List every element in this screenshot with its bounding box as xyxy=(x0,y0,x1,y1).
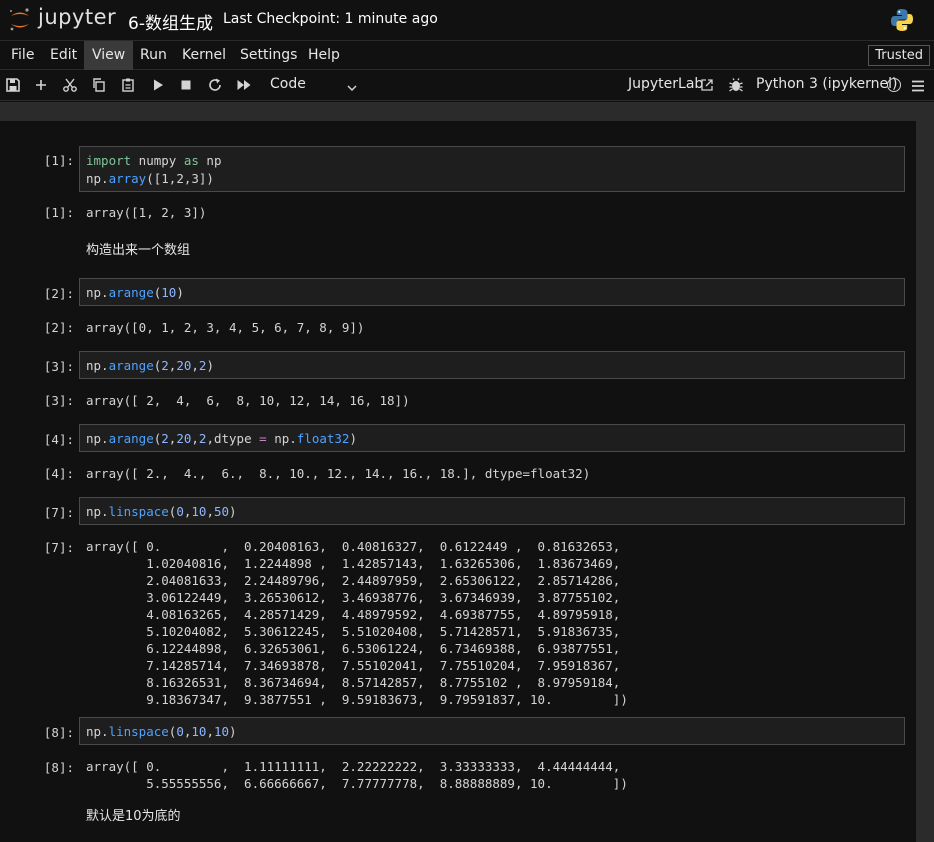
notebook-title[interactable]: 6-数组生成 xyxy=(128,9,213,34)
cell-output-line: 7.14285714, 7.34693878, 7.55102041, 7.75… xyxy=(86,658,621,673)
scrollbar-thumb[interactable] xyxy=(916,102,934,842)
in-prompt: [3]: xyxy=(43,359,74,374)
code-cell-input[interactable]: np.arange(2,20,2) xyxy=(79,351,905,379)
kernel-status-idle-icon xyxy=(887,78,901,92)
code-line: np.array([1,2,3]) xyxy=(86,171,214,186)
top-header: jupyter 6-数组生成 Last Checkpoint: 1 minute… xyxy=(0,0,934,40)
cell-output-line: 9.18367347, 9.3877551 , 9.59183673, 9.79… xyxy=(86,692,628,707)
menu-edit[interactable]: Edit xyxy=(42,41,85,70)
code-line: np.arange(10) xyxy=(86,285,184,300)
menu-hamburger-icon[interactable] xyxy=(911,78,925,92)
debugger-bug-icon[interactable] xyxy=(728,77,744,93)
notebook-toolbar: Code JupyterLab Python 3 (ipykernel) xyxy=(0,70,934,101)
cell-output: array([1, 2, 3]) xyxy=(86,205,207,220)
external-link-icon[interactable] xyxy=(700,77,714,91)
cell-type-select[interactable]: Code xyxy=(270,76,306,92)
python-logo-icon xyxy=(889,7,915,33)
cell-output-line: 2.04081633, 2.24489796, 2.44897959, 2.65… xyxy=(86,573,621,588)
save-icon[interactable] xyxy=(5,77,21,93)
add-cell-icon[interactable] xyxy=(33,77,49,93)
in-prompt: [1]: xyxy=(43,153,74,168)
code-cell-input[interactable]: np.arange(10) xyxy=(79,278,905,306)
in-prompt: [2]: xyxy=(43,286,74,301)
run-icon[interactable] xyxy=(150,77,166,93)
menu-kernel[interactable]: Kernel xyxy=(174,41,234,70)
in-prompt: [4]: xyxy=(43,432,74,447)
notebook-top-strip xyxy=(0,102,916,121)
code-line: import numpy as np xyxy=(86,153,222,168)
markdown-cell[interactable]: 默认是10为底的 xyxy=(86,805,181,824)
cell-output-line: 5.55555556, 6.66666667, 7.77777778, 8.88… xyxy=(86,776,628,791)
stop-icon[interactable] xyxy=(178,77,194,93)
cell-output: array([0, 1, 2, 3, 4, 5, 6, 7, 8, 9]) xyxy=(86,320,365,335)
cell-output-line: 3.06122449, 3.26530612, 3.46938776, 3.67… xyxy=(86,590,621,605)
menu-file[interactable]: File xyxy=(3,41,42,70)
code-cell-input[interactable]: np.linspace(0,10,50) xyxy=(79,497,905,525)
run-all-icon[interactable] xyxy=(236,77,252,93)
open-jupyterlab-link[interactable]: JupyterLab xyxy=(628,76,703,92)
code-line: np.arange(2,20,2,dtype = np.float32) xyxy=(86,431,357,446)
cell-output-line: array([ 0. , 1.11111111, 2.22222222, 3.3… xyxy=(86,759,621,774)
checkpoint-status: Last Checkpoint: 1 minute ago xyxy=(223,11,438,27)
in-prompt: [8]: xyxy=(43,725,74,740)
trusted-badge[interactable]: Trusted xyxy=(868,45,930,66)
kernel-name[interactable]: Python 3 (ipykernel) xyxy=(756,76,897,92)
cell-output-line: 5.10204082, 5.30612245, 5.51020408, 5.71… xyxy=(86,624,621,639)
code-cell-input[interactable]: np.linspace(0,10,10) xyxy=(79,717,905,745)
code-line: np.arange(2,20,2) xyxy=(86,358,214,373)
cell-output-line: 4.08163265, 4.28571429, 4.48979592, 4.69… xyxy=(86,607,621,622)
cell-output-line: 8.16326531, 8.36734694, 8.57142857, 8.77… xyxy=(86,675,621,690)
menu-bar: File Edit View Run Kernel Settings Help … xyxy=(0,40,934,70)
out-prompt: [8]: xyxy=(43,760,74,775)
out-prompt: [3]: xyxy=(43,393,74,408)
menu-settings[interactable]: Settings xyxy=(232,41,305,70)
out-prompt: [2]: xyxy=(43,320,74,335)
code-line: np.linspace(0,10,10) xyxy=(86,724,237,739)
restart-icon[interactable] xyxy=(207,77,223,93)
copy-icon[interactable] xyxy=(91,77,107,93)
code-cell-input[interactable]: import numpy as np np.array([1,2,3]) xyxy=(79,146,905,192)
cell-output: array([ 2., 4., 6., 8., 10., 12., 14., 1… xyxy=(86,466,591,481)
menu-view[interactable]: View xyxy=(84,41,134,70)
out-prompt: [1]: xyxy=(43,205,74,220)
out-prompt: [4]: xyxy=(43,466,74,481)
out-prompt: [7]: xyxy=(43,540,74,555)
cut-icon[interactable] xyxy=(62,77,78,93)
notebook-panel[interactable]: [1]: import numpy as np np.array([1,2,3]… xyxy=(0,102,934,842)
chevron-down-icon[interactable] xyxy=(346,79,358,92)
cell-output-line: 1.02040816, 1.2244898 , 1.42857143, 1.63… xyxy=(86,556,621,571)
menu-help[interactable]: Help xyxy=(300,41,348,70)
in-prompt: [7]: xyxy=(43,505,74,520)
markdown-cell[interactable]: 构造出来一个数组 xyxy=(86,239,190,258)
paste-icon[interactable] xyxy=(120,77,136,93)
menu-run[interactable]: Run xyxy=(132,41,175,70)
jupyter-logo-icon[interactable] xyxy=(8,7,32,33)
cell-output-line: array([ 0. , 0.20408163, 0.40816327, 0.6… xyxy=(86,539,621,554)
code-cell-input[interactable]: np.arange(2,20,2,dtype = np.float32) xyxy=(79,424,905,452)
code-line: np.linspace(0,10,50) xyxy=(86,504,237,519)
jupyter-wordmark[interactable]: jupyter xyxy=(38,5,116,29)
cell-output: array([ 2, 4, 6, 8, 10, 12, 14, 16, 18]) xyxy=(86,393,410,408)
cell-output-line: 6.12244898, 6.32653061, 6.53061224, 6.73… xyxy=(86,641,621,656)
